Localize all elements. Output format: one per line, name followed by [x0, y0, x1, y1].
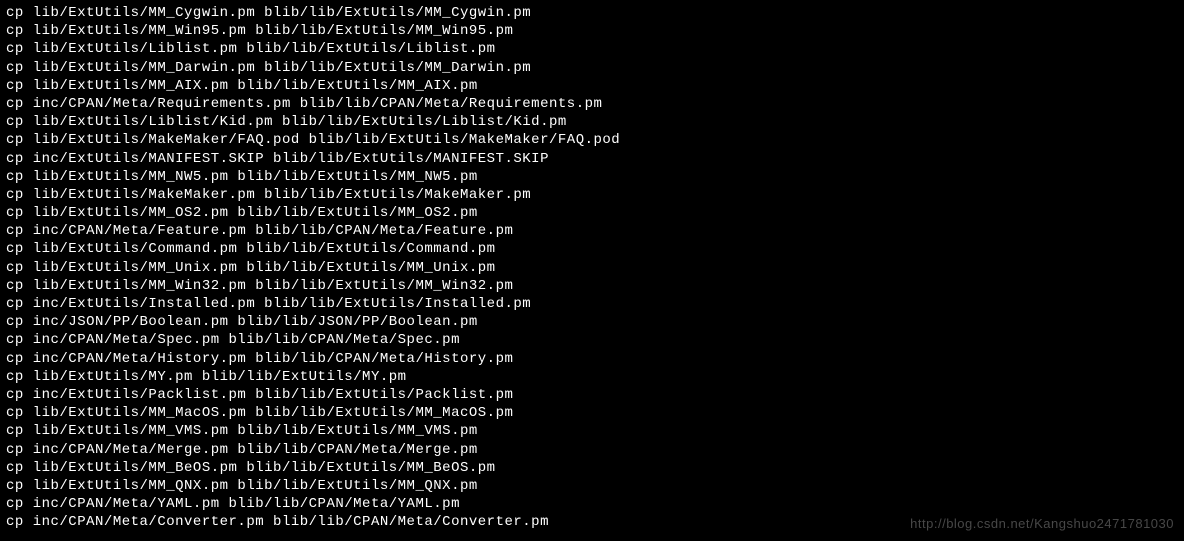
- terminal-line: cp lib/ExtUtils/Liblist/Kid.pm blib/lib/…: [6, 113, 1178, 131]
- terminal-line: cp lib/ExtUtils/Liblist.pm blib/lib/ExtU…: [6, 40, 1178, 58]
- terminal-line: cp lib/ExtUtils/MM_MacOS.pm blib/lib/Ext…: [6, 404, 1178, 422]
- terminal-line: cp lib/ExtUtils/MM_Win32.pm blib/lib/Ext…: [6, 277, 1178, 295]
- terminal-line: cp inc/CPAN/Meta/YAML.pm blib/lib/CPAN/M…: [6, 495, 1178, 513]
- terminal-line: cp lib/ExtUtils/MM_QNX.pm blib/lib/ExtUt…: [6, 477, 1178, 495]
- terminal-line: cp inc/ExtUtils/MANIFEST.SKIP blib/lib/E…: [6, 150, 1178, 168]
- terminal-line: cp lib/ExtUtils/MM_NW5.pm blib/lib/ExtUt…: [6, 168, 1178, 186]
- terminal-line: cp lib/ExtUtils/MM_AIX.pm blib/lib/ExtUt…: [6, 77, 1178, 95]
- terminal-line: cp lib/ExtUtils/MM_VMS.pm blib/lib/ExtUt…: [6, 422, 1178, 440]
- terminal-line: cp lib/ExtUtils/MM_BeOS.pm blib/lib/ExtU…: [6, 459, 1178, 477]
- terminal-line: cp inc/ExtUtils/Installed.pm blib/lib/Ex…: [6, 295, 1178, 313]
- terminal-line: cp lib/ExtUtils/MM_Cygwin.pm blib/lib/Ex…: [6, 4, 1178, 22]
- terminal-line: cp lib/ExtUtils/MM_Unix.pm blib/lib/ExtU…: [6, 259, 1178, 277]
- terminal-line: cp lib/ExtUtils/MakeMaker/FAQ.pod blib/l…: [6, 131, 1178, 149]
- watermark-text: http://blog.csdn.net/Kangshuo2471781030: [910, 516, 1174, 533]
- terminal-line: cp inc/CPAN/Meta/Feature.pm blib/lib/CPA…: [6, 222, 1178, 240]
- terminal-line: cp inc/CPAN/Meta/Spec.pm blib/lib/CPAN/M…: [6, 331, 1178, 349]
- terminal-line: cp lib/ExtUtils/Command.pm blib/lib/ExtU…: [6, 240, 1178, 258]
- terminal-line: cp inc/ExtUtils/Packlist.pm blib/lib/Ext…: [6, 386, 1178, 404]
- terminal-line: cp lib/ExtUtils/MM_Win95.pm blib/lib/Ext…: [6, 22, 1178, 40]
- terminal-line: cp lib/ExtUtils/MY.pm blib/lib/ExtUtils/…: [6, 368, 1178, 386]
- terminal-line: cp lib/ExtUtils/MM_OS2.pm blib/lib/ExtUt…: [6, 204, 1178, 222]
- terminal-output: cp lib/ExtUtils/MM_Cygwin.pm blib/lib/Ex…: [6, 4, 1178, 531]
- terminal-line: cp inc/CPAN/Meta/History.pm blib/lib/CPA…: [6, 350, 1178, 368]
- terminal-line: cp lib/ExtUtils/MakeMaker.pm blib/lib/Ex…: [6, 186, 1178, 204]
- terminal-line: cp inc/JSON/PP/Boolean.pm blib/lib/JSON/…: [6, 313, 1178, 331]
- terminal-line: cp inc/CPAN/Meta/Requirements.pm blib/li…: [6, 95, 1178, 113]
- terminal-line: cp lib/ExtUtils/MM_Darwin.pm blib/lib/Ex…: [6, 59, 1178, 77]
- terminal-line: cp inc/CPAN/Meta/Merge.pm blib/lib/CPAN/…: [6, 441, 1178, 459]
